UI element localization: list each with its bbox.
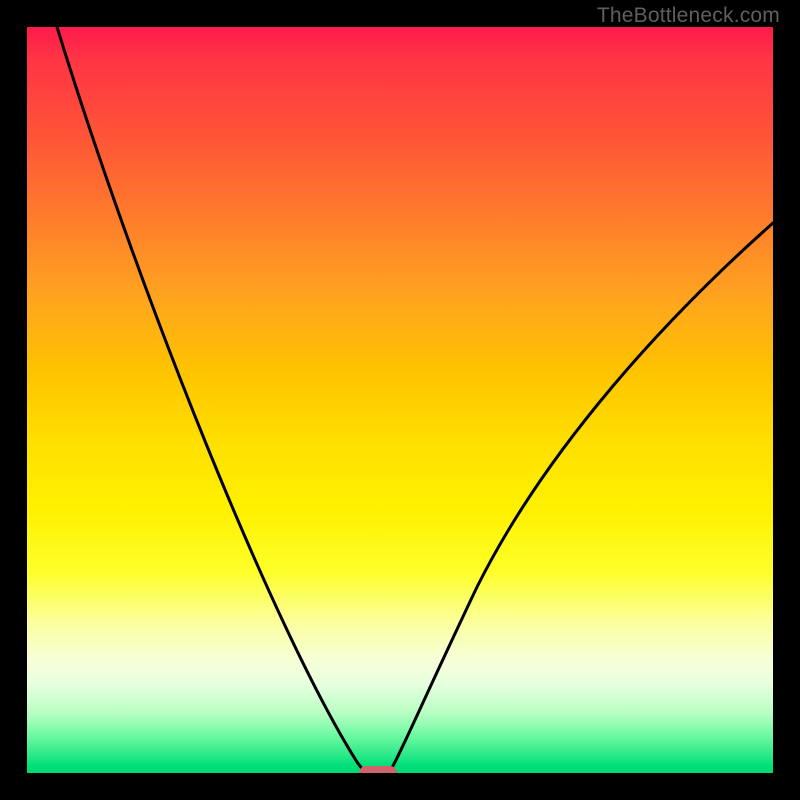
bottleneck-curves bbox=[27, 27, 773, 773]
right-curve bbox=[389, 223, 773, 773]
plot-area bbox=[27, 27, 773, 773]
left-curve bbox=[57, 27, 367, 773]
optimum-marker bbox=[359, 766, 397, 773]
watermark-text: TheBottleneck.com bbox=[597, 4, 780, 28]
black-frame: TheBottleneck.com bbox=[0, 0, 800, 800]
